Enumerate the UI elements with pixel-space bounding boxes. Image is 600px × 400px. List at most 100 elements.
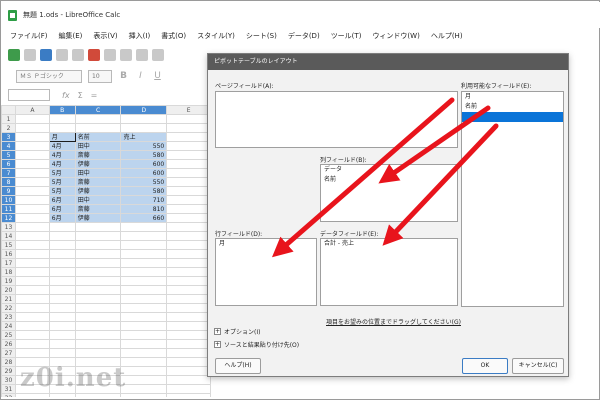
cell[interactable]: 6月 bbox=[48, 204, 76, 214]
copy-icon[interactable] bbox=[120, 49, 132, 61]
row-header[interactable]: 30 bbox=[1, 375, 16, 385]
cell[interactable] bbox=[120, 321, 168, 331]
cell[interactable] bbox=[14, 150, 50, 160]
cell[interactable] bbox=[166, 168, 211, 178]
cell[interactable] bbox=[48, 330, 76, 340]
cell[interactable] bbox=[166, 231, 211, 241]
cell[interactable]: 斎藤 bbox=[74, 204, 122, 214]
cell[interactable] bbox=[48, 339, 76, 349]
row-header[interactable]: 25 bbox=[1, 330, 16, 340]
cell[interactable]: 550 bbox=[120, 141, 168, 151]
print-preview-icon[interactable] bbox=[88, 49, 100, 61]
cell[interactable] bbox=[48, 231, 76, 241]
cell[interactable] bbox=[14, 285, 50, 295]
cell[interactable] bbox=[120, 267, 168, 277]
cell[interactable] bbox=[120, 276, 168, 286]
menu-item[interactable]: ウィンドウ(W) bbox=[372, 31, 419, 41]
name-box[interactable] bbox=[8, 89, 50, 101]
column-header[interactable]: B bbox=[48, 105, 76, 115]
row-header[interactable]: 8 bbox=[1, 177, 16, 187]
cell[interactable] bbox=[14, 222, 50, 232]
cell[interactable] bbox=[48, 267, 76, 277]
menu-item[interactable]: 挿入(I) bbox=[129, 31, 151, 41]
cell[interactable] bbox=[48, 240, 76, 250]
function-wizard-icon[interactable]: fx bbox=[62, 91, 70, 100]
menu-item[interactable]: 表示(V) bbox=[93, 31, 117, 41]
menu-item[interactable]: スタイル(Y) bbox=[197, 31, 235, 41]
row-header[interactable]: 10 bbox=[1, 195, 16, 205]
cell[interactable]: 5月 bbox=[48, 186, 76, 196]
cell[interactable] bbox=[120, 393, 168, 397]
available-fields-list[interactable]: 月名前 bbox=[461, 91, 564, 307]
row-header[interactable]: 31 bbox=[1, 384, 16, 394]
cell[interactable] bbox=[74, 285, 122, 295]
cell[interactable] bbox=[166, 186, 211, 196]
column-header[interactable] bbox=[1, 105, 16, 115]
cell[interactable] bbox=[48, 258, 76, 268]
cell[interactable] bbox=[14, 330, 50, 340]
cell[interactable] bbox=[14, 267, 50, 277]
cell[interactable]: 710 bbox=[120, 195, 168, 205]
ok-button[interactable]: OK bbox=[462, 358, 508, 374]
cell[interactable]: 5月 bbox=[48, 168, 76, 178]
cell[interactable] bbox=[120, 222, 168, 232]
cell[interactable] bbox=[166, 375, 211, 385]
cell[interactable] bbox=[120, 294, 168, 304]
cell[interactable] bbox=[74, 393, 122, 397]
field-item[interactable]: データ bbox=[321, 165, 457, 175]
cell[interactable] bbox=[14, 321, 50, 331]
cell[interactable] bbox=[14, 204, 50, 214]
cell[interactable]: 伊藤 bbox=[74, 159, 122, 169]
cell[interactable] bbox=[120, 123, 168, 133]
row-header[interactable]: 9 bbox=[1, 186, 16, 196]
open-icon[interactable] bbox=[24, 49, 36, 61]
cell[interactable]: 6月 bbox=[48, 195, 76, 205]
cell[interactable] bbox=[74, 348, 122, 358]
formula-icon[interactable]: = bbox=[91, 91, 98, 100]
cell[interactable]: 580 bbox=[120, 150, 168, 160]
cell[interactable] bbox=[166, 321, 211, 331]
cell[interactable] bbox=[14, 258, 50, 268]
cell[interactable] bbox=[120, 312, 168, 322]
cell[interactable]: 600 bbox=[120, 168, 168, 178]
row-header[interactable]: 16 bbox=[1, 249, 16, 259]
new-document-icon[interactable] bbox=[8, 49, 20, 61]
cell[interactable] bbox=[166, 285, 211, 295]
row-header[interactable]: 20 bbox=[1, 285, 16, 295]
undo-icon[interactable] bbox=[152, 49, 164, 61]
cell[interactable] bbox=[14, 195, 50, 205]
row-header[interactable]: 17 bbox=[1, 258, 16, 268]
cell[interactable] bbox=[166, 267, 211, 277]
cell[interactable] bbox=[166, 249, 211, 259]
cell[interactable] bbox=[120, 258, 168, 268]
sum-icon[interactable]: Σ bbox=[78, 91, 83, 100]
cell[interactable]: 550 bbox=[120, 177, 168, 187]
cell[interactable]: 名前 bbox=[74, 132, 122, 142]
cell[interactable]: 580 bbox=[120, 186, 168, 196]
field-item[interactable] bbox=[462, 112, 563, 122]
field-item[interactable]: 名前 bbox=[462, 102, 563, 112]
row-header[interactable]: 27 bbox=[1, 348, 16, 358]
cell[interactable]: 600 bbox=[120, 159, 168, 169]
cell[interactable] bbox=[120, 348, 168, 358]
cell[interactable] bbox=[14, 186, 50, 196]
spreadsheet-grid[interactable]: A B C D E 1 2 3 月名前 売上 4 4月 田中 550 5 4月 斎藤 580 6 4月 伊藤 600 7 5月… bbox=[1, 105, 211, 397]
cell[interactable] bbox=[166, 330, 211, 340]
cell[interactable] bbox=[120, 375, 168, 385]
row-header[interactable]: 12 bbox=[1, 213, 16, 223]
bold-button[interactable]: B bbox=[118, 70, 129, 82]
cell[interactable]: 斎藤 bbox=[74, 177, 122, 187]
field-item[interactable]: 月 bbox=[216, 239, 316, 249]
row-header[interactable]: 21 bbox=[1, 294, 16, 304]
cell[interactable] bbox=[48, 348, 76, 358]
source-expander[interactable]: + ソースと結果貼り付け先(O) bbox=[214, 340, 299, 349]
cell[interactable] bbox=[14, 231, 50, 241]
cell[interactable] bbox=[48, 294, 76, 304]
cell[interactable] bbox=[120, 330, 168, 340]
cell[interactable] bbox=[14, 249, 50, 259]
row-header[interactable]: 6 bbox=[1, 159, 16, 169]
cell[interactable] bbox=[166, 150, 211, 160]
cell[interactable] bbox=[166, 195, 211, 205]
cancel-button[interactable]: キャンセル(C) bbox=[512, 358, 564, 374]
data-fields-box[interactable]: 合計 - 売上 bbox=[320, 238, 458, 306]
